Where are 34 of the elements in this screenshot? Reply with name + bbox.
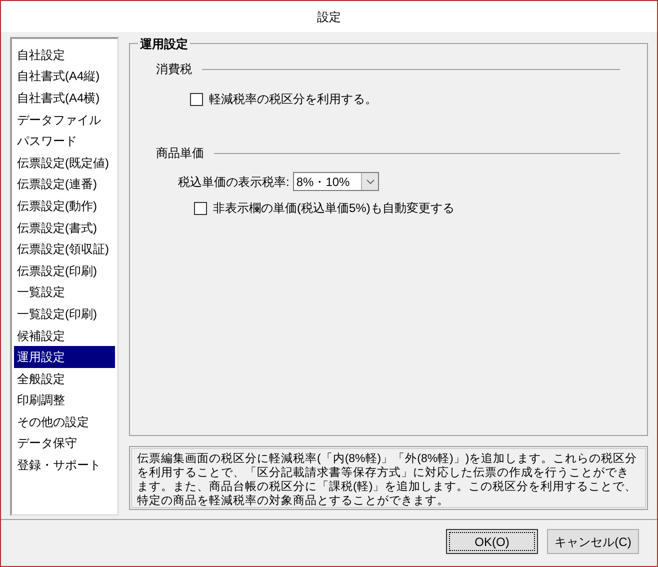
sidebar-item[interactable]: データ保守 — [14, 432, 115, 454]
sidebar-item[interactable]: データファイル — [14, 108, 115, 130]
checkbox-label: 軽減税率の税区分を利用する。 — [209, 91, 377, 108]
checkbox[interactable] — [190, 92, 203, 106]
sidebar-item[interactable]: 伝票設定(動作) — [14, 195, 115, 217]
dialog-button[interactable]: OK(O) — [446, 529, 538, 554]
sidebar-item[interactable]: 候補設定 — [14, 324, 115, 346]
sidebar-item[interactable]: 伝票設定(印刷) — [14, 260, 115, 282]
sidebar-item[interactable]: 全般設定 — [14, 368, 115, 390]
sidebar-item[interactable]: 伝票設定(連番) — [14, 174, 115, 196]
section-heading: 商品単価 — [156, 145, 204, 162]
window-title: 設定 — [317, 8, 341, 26]
field-label: 税込単価の表示税率: — [178, 174, 290, 190]
sidebar-item[interactable]: 自社設定 — [14, 44, 115, 66]
checkbox[interactable] — [194, 202, 207, 214]
sidebar-item[interactable]: 印刷調整 — [14, 390, 115, 412]
description-text: 伝票編集画面の税区分に軽減税率(「内(8%軽)」「外(8%軽)」)を追加します。これらの税区分を利用することで、「区分記載請求書等保存方式」に対応した伝票の作成を行うことができます。また、商品台帳の税区分に「課税(軽)」を追加します。この税区分を利用することで、特定の商品を軽減税率の対象商品とすることができます。 — [131, 448, 646, 508]
sidebar-item[interactable]: 運用設定 — [14, 346, 115, 368]
sidebar-item[interactable]: 伝票設定(書式) — [14, 216, 115, 238]
sidebar-item[interactable]: 伝票設定(領収証) — [14, 238, 115, 260]
sidebar-item[interactable]: その他の設定 — [14, 411, 115, 433]
chevron-down-icon — [361, 173, 378, 190]
sidebar-item[interactable]: 登録・サポート — [14, 454, 115, 476]
section-heading: 消費税 — [156, 61, 192, 78]
rate-dropdown[interactable]: 8%・10% — [293, 172, 380, 191]
sidebar-item[interactable]: 一覧設定 — [14, 282, 115, 304]
dialog-button[interactable]: キャンセル(C) — [547, 529, 639, 554]
checkbox-label: 非表示欄の単価(税込単価5%)も自動変更する — [213, 200, 454, 217]
sidebar-item[interactable]: 一覧設定(印刷) — [14, 303, 115, 325]
group-title: 運用設定 — [138, 35, 190, 53]
sidebar-item[interactable]: 自社書式(A4横) — [14, 87, 115, 109]
sidebar-item[interactable]: 自社書式(A4縦) — [14, 66, 115, 88]
sidebar-item[interactable]: 伝票設定(既定値) — [14, 152, 115, 174]
sidebar-item[interactable]: パスワード — [14, 130, 115, 152]
